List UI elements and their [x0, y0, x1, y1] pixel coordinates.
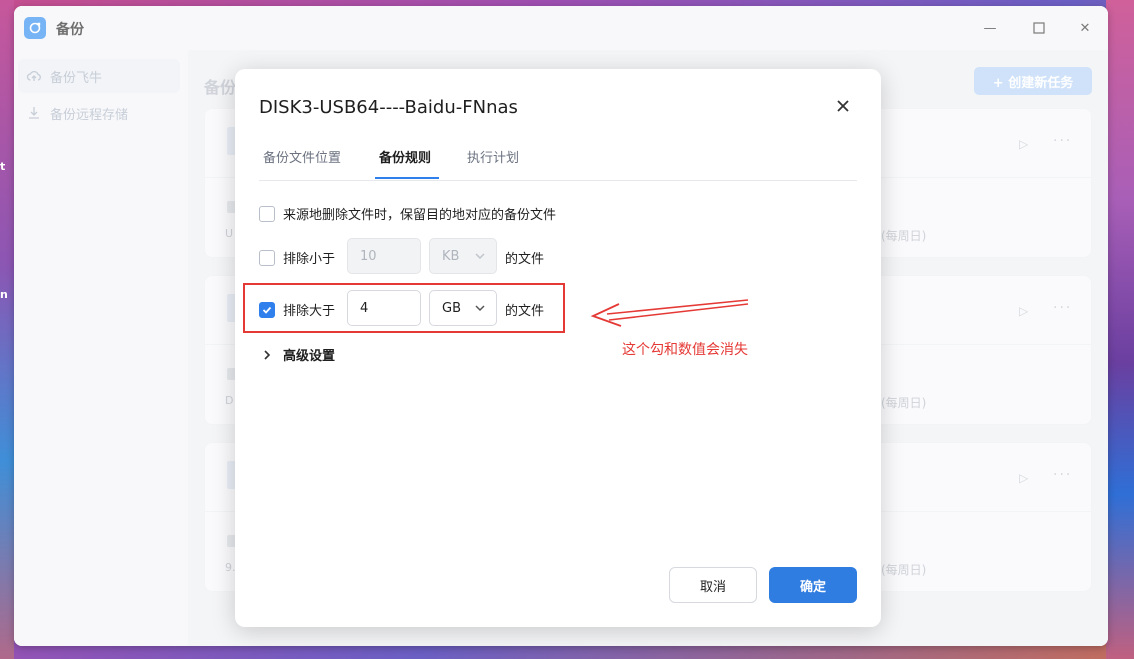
tab-backup-rules[interactable]: 备份规则 — [379, 147, 431, 181]
exclude-smaller-value-input[interactable]: 10 — [347, 238, 421, 274]
rule-exclude-smaller-row: 排除小于 — [259, 248, 335, 267]
rule-keep-deleted-row: 来源地删除文件时，保留目的地对应的备份文件 — [259, 204, 556, 223]
chevron-down-icon — [475, 253, 485, 260]
keep-deleted-checkbox[interactable] — [259, 205, 275, 222]
exclude-smaller-label: 排除小于 — [283, 252, 336, 267]
annotation-text: 这个勾和数值会消失 — [622, 342, 748, 358]
close-icon[interactable] — [833, 96, 853, 116]
desktop-text-fragment: n — [0, 288, 8, 301]
backup-task-dialog: DISK3-USB64----Baidu-FNnas 备份文件位置 备份规则 执… — [235, 69, 881, 627]
check-icon — [262, 306, 272, 314]
desktop-background-left — [0, 0, 14, 659]
exclude-larger-unit-select[interactable]: GB — [429, 290, 497, 326]
exclude-larger-checkbox[interactable] — [259, 301, 275, 318]
chevron-down-icon — [475, 305, 485, 312]
exclude-larger-label: 排除大于 — [283, 304, 336, 319]
rule-exclude-larger-row: 排除大于 — [259, 300, 335, 319]
keep-deleted-label: 来源地删除文件时，保留目的地对应的备份文件 — [283, 208, 557, 223]
exclude-larger-value-input[interactable]: 4 — [347, 290, 421, 326]
exclude-smaller-unit-value: KB — [442, 248, 460, 264]
advanced-settings-toggle[interactable]: 高级设置 — [261, 345, 335, 364]
tab-backup-location[interactable]: 备份文件位置 — [263, 147, 341, 181]
confirm-button[interactable]: 确定 — [769, 567, 857, 603]
exclude-larger-suffix: 的文件 — [505, 304, 545, 319]
dialog-title: DISK3-USB64----Baidu-FNnas — [259, 97, 518, 118]
desktop-background-right — [1106, 0, 1134, 659]
exclude-smaller-checkbox[interactable] — [259, 249, 275, 266]
advanced-settings-label: 高级设置 — [283, 349, 336, 364]
tab-schedule[interactable]: 执行计划 — [467, 147, 519, 181]
cancel-button[interactable]: 取消 — [669, 567, 757, 603]
chevron-right-icon — [264, 349, 271, 360]
active-tab-indicator — [375, 177, 439, 179]
desktop-text-fragment: t — [0, 160, 6, 173]
annotation-arrow — [590, 299, 749, 327]
exclude-smaller-unit-select[interactable]: KB — [429, 238, 497, 274]
exclude-smaller-suffix: 的文件 — [505, 252, 545, 267]
exclude-larger-unit-value: GB — [442, 300, 461, 316]
dialog-tabs: 备份文件位置 备份规则 执行计划 — [259, 139, 857, 181]
